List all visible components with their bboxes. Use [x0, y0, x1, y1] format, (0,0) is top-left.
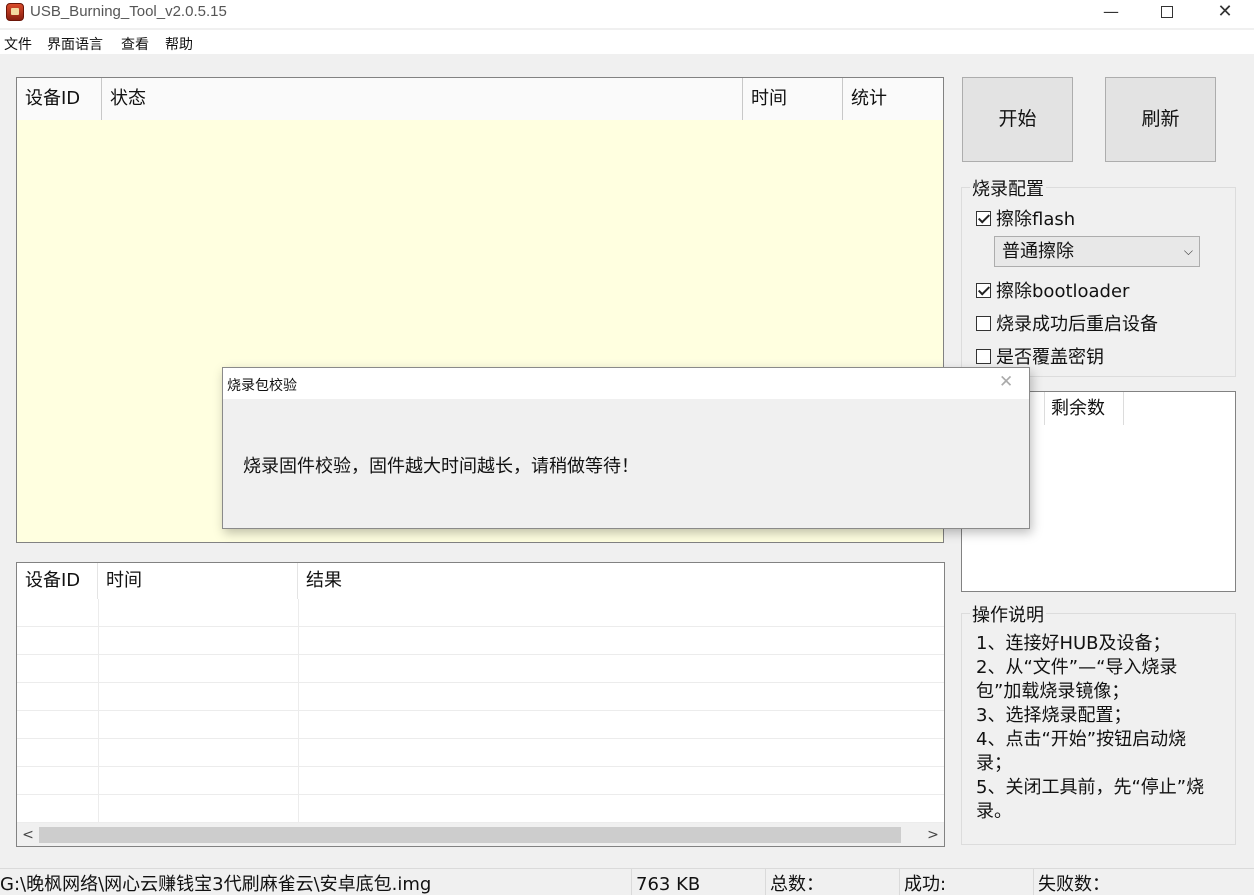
instruction-line: 3、选择烧录配置； [976, 705, 1132, 726]
erase-bootloader-label: 擦除bootloader [996, 281, 1130, 302]
instructions-title: 操作说明 [970, 601, 1046, 627]
column-time[interactable]: 时间 [743, 78, 843, 120]
result-table[interactable]: 设备ID 时间 结果 < > [16, 562, 945, 847]
dialog-message: 烧录固件校验，固件越大时间越长，请稍做等待！ [243, 456, 639, 477]
close-icon[interactable]: ✕ [999, 372, 1013, 392]
burn-config-title: 烧录配置 [970, 175, 1046, 201]
reboot-after-label: 烧录成功后重启设备 [996, 314, 1158, 335]
status-bar: G:\晚枫网络\网心云赚钱宝3代刷麻雀云\安卓底包.img 763 KB 总数：… [0, 868, 1254, 895]
erase-mode-value: 普通擦除 [1002, 241, 1074, 262]
start-button[interactable]: 开始 [962, 77, 1073, 162]
overwrite-key-checkbox[interactable] [976, 348, 991, 364]
menu-view[interactable]: 查看 [121, 34, 149, 54]
erase-flash-label: 擦除flash [996, 209, 1076, 230]
minimize-button[interactable]: — [1088, 0, 1134, 28]
table-row [17, 683, 944, 711]
result-column-time[interactable]: 时间 [98, 563, 298, 599]
column-stats[interactable]: 统计 [843, 78, 943, 120]
close-icon: ✕ [1217, 1, 1233, 22]
maximize-icon [1161, 6, 1173, 18]
column-remaining[interactable]: 剩余数 [1044, 392, 1124, 425]
instruction-line: 5、关闭工具前，先“停止”烧录。 [976, 777, 1205, 822]
status-total: 总数： [766, 869, 900, 895]
app-icon [6, 3, 24, 21]
table-row [17, 795, 944, 823]
scrollbar-thumb[interactable] [39, 827, 901, 843]
dialog-title-bar: 烧录包校验 ✕ [223, 368, 1029, 399]
verify-dialog: 烧录包校验 ✕ 烧录固件校验，固件越大时间越长，请稍做等待！ [222, 367, 1030, 529]
table-row [17, 767, 944, 795]
status-fail: 失败数： [1038, 874, 1110, 895]
device-table-header: 设备ID 状态 时间 统计 [17, 78, 943, 120]
burn-config-group: 烧录配置 擦除flash 擦除bootloader 烧录成功后重启设备 是否覆盖… [961, 175, 1236, 377]
status-success: 成功: [900, 869, 1034, 895]
table-row [17, 599, 944, 627]
result-column-result[interactable]: 结果 [298, 563, 944, 599]
overwrite-key-label: 是否覆盖密钥 [996, 347, 1104, 368]
instruction-line: 1、连接好HUB及设备； [976, 633, 1171, 654]
scroll-left-icon[interactable]: < [17, 823, 39, 846]
minimize-icon: — [1103, 2, 1119, 21]
chevron-down-icon: ⌵ [1183, 244, 1193, 258]
menu-language[interactable]: 界面语言 [47, 34, 103, 54]
result-column-device-id[interactable]: 设备ID [17, 563, 98, 599]
menu-file[interactable]: 文件 [4, 34, 32, 54]
scroll-right-icon[interactable]: > [922, 823, 944, 846]
horizontal-scrollbar[interactable]: < > [17, 823, 944, 846]
erase-flash-option[interactable]: 擦除flash [976, 206, 1075, 230]
erase-flash-checkbox[interactable] [976, 210, 991, 226]
window-title: USB_Burning_Tool_v2.0.5.15 [30, 3, 227, 20]
reboot-after-checkbox[interactable] [976, 315, 991, 331]
table-row [17, 739, 944, 767]
maximize-button[interactable] [1144, 0, 1190, 28]
table-row [17, 627, 944, 655]
status-file-size: 763 KB [632, 869, 766, 895]
overwrite-key-option[interactable]: 是否覆盖密钥 [976, 344, 1104, 368]
title-bar: USB_Burning_Tool_v2.0.5.15 — ✕ [0, 0, 1254, 28]
table-row [17, 711, 944, 739]
refresh-button[interactable]: 刷新 [1105, 77, 1216, 162]
table-row [17, 655, 944, 683]
erase-mode-select[interactable]: 普通擦除 ⌵ [994, 236, 1200, 267]
menu-bar: 文件 界面语言 查看 帮助 [0, 30, 1254, 54]
dialog-title: 烧录包校验 [227, 378, 297, 394]
menu-help[interactable]: 帮助 [165, 34, 193, 54]
instruction-line: 4、点击“开始”按钮启动烧录； [976, 729, 1187, 774]
status-file-path: G:\晚枫网络\网心云赚钱宝3代刷麻雀云\安卓底包.img [0, 869, 632, 895]
column-status[interactable]: 状态 [102, 78, 743, 120]
erase-bootloader-option[interactable]: 擦除bootloader [976, 278, 1129, 302]
instructions-group: 操作说明 1、连接好HUB及设备； 2、从“文件”—“导入烧录包”加载烧录镜像；… [961, 601, 1236, 845]
erase-bootloader-checkbox[interactable] [976, 282, 991, 298]
close-button[interactable]: ✕ [1202, 0, 1248, 28]
instruction-line: 2、从“文件”—“导入烧录包”加载烧录镜像； [976, 657, 1178, 702]
reboot-after-option[interactable]: 烧录成功后重启设备 [976, 311, 1158, 335]
column-device-id[interactable]: 设备ID [17, 78, 102, 120]
